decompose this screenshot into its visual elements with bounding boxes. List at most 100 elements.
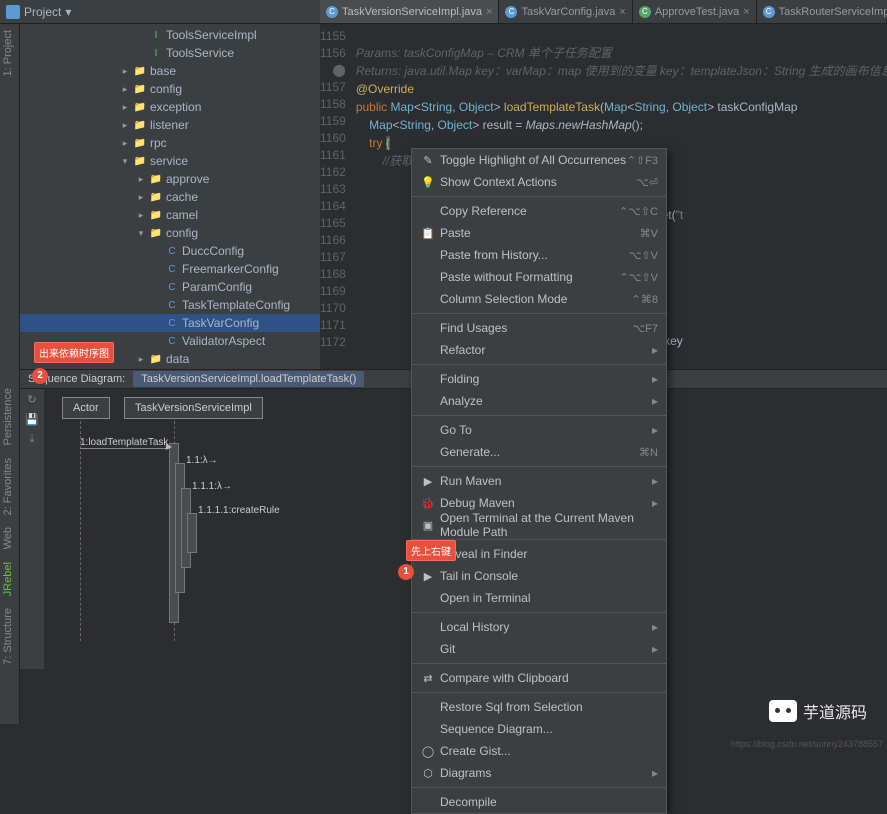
tree-item[interactable]: ▸📁base bbox=[20, 62, 320, 80]
callout-ball-2: 2 bbox=[32, 368, 48, 384]
tree-item[interactable]: ▸📁camel bbox=[20, 206, 320, 224]
menu-item[interactable]: Sequence Diagram... bbox=[412, 718, 666, 740]
tree-item[interactable]: ▾📁config bbox=[20, 224, 320, 242]
tree-node-icon: 📁 bbox=[149, 190, 163, 204]
menu-item[interactable]: ⇄Compare with Clipboard bbox=[412, 667, 666, 689]
menu-label: Paste without Formatting bbox=[440, 270, 620, 284]
seq-actor[interactable]: Actor bbox=[62, 397, 110, 419]
menu-label: Folding bbox=[440, 372, 652, 386]
seq-object[interactable]: TaskVersionServiceImpl bbox=[124, 397, 263, 419]
seq-msg1-label: 1:loadTemplateTask bbox=[80, 437, 168, 448]
tree-item[interactable]: ▸📁cache bbox=[20, 188, 320, 206]
editor-tab[interactable]: CTaskVersionServiceImpl.java× bbox=[320, 0, 499, 23]
menu-label: Find Usages bbox=[440, 321, 632, 335]
submenu-arrow-icon: ▸ bbox=[652, 394, 658, 408]
tree-node-icon: 📁 bbox=[149, 172, 163, 186]
menu-item[interactable]: 💡Show Context Actions⌥⏎ bbox=[412, 171, 666, 193]
menu-label: Go To bbox=[440, 423, 652, 437]
editor-tab[interactable]: CApproveTest.java× bbox=[633, 0, 757, 23]
tree-node-label: config bbox=[166, 226, 198, 240]
tree-node-label: ParamConfig bbox=[182, 280, 252, 294]
menu-item[interactable]: Open in Terminal bbox=[412, 587, 666, 609]
seq-method[interactable]: TaskVersionServiceImpl.loadTemplateTask(… bbox=[133, 371, 364, 387]
menu-icon: ▣ bbox=[420, 519, 436, 532]
tree-arrow-icon: ▸ bbox=[120, 138, 130, 149]
activation-4 bbox=[187, 513, 197, 553]
menu-item[interactable]: Column Selection Mode⌃⌘8 bbox=[412, 288, 666, 310]
tree-item[interactable]: ▸📁listener bbox=[20, 116, 320, 134]
menu-item[interactable]: Copy Reference⌃⌥⇧C bbox=[412, 200, 666, 222]
tree-node-label: approve bbox=[166, 172, 209, 186]
tree-node-icon: C bbox=[165, 298, 179, 312]
callout-ball-1: 1 bbox=[398, 564, 414, 580]
context-menu[interactable]: ✎Toggle Highlight of All Occurrences⌃⇧F3… bbox=[411, 148, 667, 814]
menu-label: Debug Maven bbox=[440, 496, 652, 510]
menu-icon: 📋 bbox=[420, 227, 436, 240]
menu-item[interactable]: Paste without Formatting⌃⌥⇧V bbox=[412, 266, 666, 288]
tool-project[interactable]: 1: Project bbox=[0, 24, 16, 82]
line-number: 1166 bbox=[320, 232, 356, 249]
menu-label: Toggle Highlight of All Occurrences bbox=[440, 153, 627, 167]
tree-item[interactable]: CTaskVarConfig bbox=[20, 314, 320, 332]
tree-item[interactable]: ▸📁rpc bbox=[20, 134, 320, 152]
menu-item[interactable]: Refactor▸ bbox=[412, 339, 666, 361]
tree-node-label: base bbox=[150, 64, 176, 78]
close-icon[interactable]: × bbox=[486, 6, 492, 18]
menu-item[interactable]: ◯Create Gist... bbox=[412, 740, 666, 762]
file-icon: C bbox=[505, 6, 517, 18]
menu-item[interactable]: Folding▸ bbox=[412, 368, 666, 390]
menu-item[interactable]: Analyze▸ bbox=[412, 390, 666, 412]
menu-item[interactable]: Paste from History...⌥⇧V bbox=[412, 244, 666, 266]
seq-save-icon[interactable]: 💾 bbox=[24, 413, 40, 429]
project-selector[interactable]: Project ▾ bbox=[0, 0, 77, 23]
tree-node-label: rpc bbox=[150, 136, 167, 150]
seq-refresh-icon[interactable]: ↻ bbox=[24, 393, 40, 409]
close-icon[interactable]: × bbox=[743, 6, 749, 18]
seq-toolbar: ↻ 💾 ⤓ bbox=[20, 389, 44, 669]
file-icon: C bbox=[639, 6, 651, 18]
menu-label: Restore Sql from Selection bbox=[440, 700, 658, 714]
menu-item[interactable]: Decompile bbox=[412, 791, 666, 813]
line-number: 1158 bbox=[320, 96, 356, 113]
editor-tab[interactable]: CTaskVarConfig.java× bbox=[499, 0, 632, 23]
menu-item[interactable]: Find Usages⌥F7 bbox=[412, 317, 666, 339]
tree-item[interactable]: IToolsService bbox=[20, 44, 320, 62]
tree-item[interactable]: CFreemarkerConfig bbox=[20, 260, 320, 278]
menu-shortcut: ⌘N bbox=[639, 446, 658, 459]
tool-structure[interactable]: 7: Structure bbox=[0, 602, 16, 671]
tree-node-icon: C bbox=[165, 316, 179, 330]
menu-icon: ▶ bbox=[420, 475, 436, 488]
menu-item[interactable]: Go To▸ bbox=[412, 419, 666, 441]
tool-favorites[interactable]: 2: Favorites bbox=[0, 452, 16, 521]
project-tree[interactable]: IToolsServiceImplIToolsService▸📁base▸📁co… bbox=[20, 24, 320, 369]
tree-item[interactable]: CParamConfig bbox=[20, 278, 320, 296]
editor-tab[interactable]: CTaskRouterServiceImpl.java× bbox=[757, 0, 887, 23]
tree-item[interactable]: ▸📁approve bbox=[20, 170, 320, 188]
tree-item[interactable]: ▾📁service bbox=[20, 152, 320, 170]
menu-item[interactable]: ▣Open Terminal at the Current Maven Modu… bbox=[412, 514, 666, 536]
menu-item[interactable]: 📋Paste⌘V bbox=[412, 222, 666, 244]
menu-item[interactable]: Generate...⌘N bbox=[412, 441, 666, 463]
menu-item[interactable]: ▶Tail in Console bbox=[412, 565, 666, 587]
menu-item[interactable]: Restore Sql from Selection bbox=[412, 696, 666, 718]
menu-item[interactable]: Local History▸ bbox=[412, 616, 666, 638]
line-number: 1160 bbox=[320, 130, 356, 147]
tree-item[interactable]: CDuccConfig bbox=[20, 242, 320, 260]
tree-item[interactable]: IToolsServiceImpl bbox=[20, 26, 320, 44]
tree-item[interactable]: ▸📁exception bbox=[20, 98, 320, 116]
line-number: 1167 bbox=[320, 249, 356, 266]
menu-item[interactable]: Git▸ bbox=[412, 638, 666, 660]
tool-jrebel[interactable]: JRebel bbox=[0, 556, 16, 602]
menu-item[interactable]: ✎Toggle Highlight of All Occurrences⌃⇧F3 bbox=[412, 149, 666, 171]
tree-item[interactable]: ▸📁config bbox=[20, 80, 320, 98]
seq-export-icon[interactable]: ⤓ bbox=[24, 433, 40, 449]
menu-item[interactable]: ▶Run Maven▸ bbox=[412, 470, 666, 492]
menu-item[interactable]: ⬡Diagrams▸ bbox=[412, 762, 666, 784]
footer-url: https://blog.csdn.net/sunny243788557 bbox=[731, 739, 883, 749]
tool-persistence[interactable]: Persistence bbox=[0, 382, 16, 451]
close-icon[interactable]: × bbox=[619, 6, 625, 18]
tool-web[interactable]: Web bbox=[0, 521, 16, 555]
menu-separator bbox=[412, 415, 666, 416]
tree-item[interactable]: CTaskTemplateConfig bbox=[20, 296, 320, 314]
file-icon: C bbox=[763, 6, 775, 18]
